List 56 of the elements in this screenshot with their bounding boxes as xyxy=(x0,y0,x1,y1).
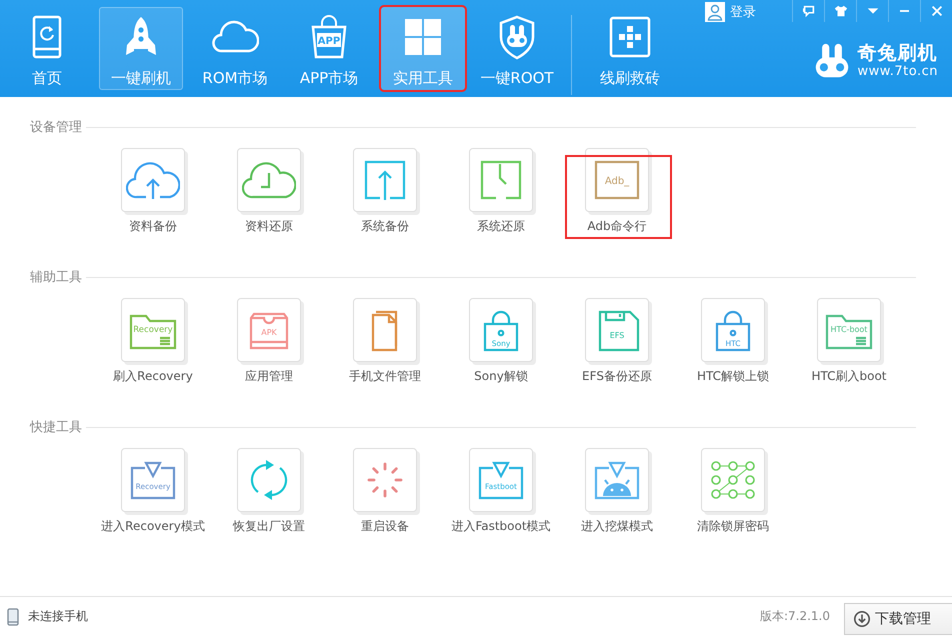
user-icon xyxy=(705,2,725,22)
rabbit-icon xyxy=(814,42,850,78)
tool-button[interactable] xyxy=(353,148,417,212)
section-title: 快捷工具 xyxy=(30,419,82,436)
connection-status: 未连接手机 xyxy=(28,608,88,625)
nav-tab[interactable]: 一键ROOT xyxy=(475,7,559,90)
tool-button[interactable]: Recovery xyxy=(121,298,185,362)
tool-button[interactable] xyxy=(353,298,417,362)
tool-button[interactable] xyxy=(237,148,301,212)
tool-label: 重启设备 xyxy=(361,518,409,535)
tool-label: 系统还原 xyxy=(477,218,525,235)
phone-icon xyxy=(7,608,19,626)
nav-tab[interactable]: 实用工具 xyxy=(381,7,465,90)
tool-label: 清除锁屏密码 xyxy=(697,518,769,535)
tool-button[interactable] xyxy=(353,448,417,512)
tool-button[interactable]: Adb_ xyxy=(585,148,649,212)
t-shirt-icon xyxy=(834,4,848,18)
tool-button[interactable] xyxy=(237,448,301,512)
tool-button[interactable] xyxy=(585,448,649,512)
tool-label: EFS备份还原 xyxy=(582,368,652,385)
tool-label: HTC解锁上锁 xyxy=(696,368,770,385)
tool-label: 手机文件管理 xyxy=(349,368,421,385)
tool-label: 刷入Recovery xyxy=(113,368,193,385)
login-link[interactable]: 登录 xyxy=(705,0,756,22)
nav-tab[interactable]: ROM市场 xyxy=(193,7,277,90)
download-manager-button[interactable]: 下载管理 xyxy=(844,603,952,635)
nav-tab[interactable]: 线刷救砖 xyxy=(588,7,672,90)
download-icon xyxy=(853,610,871,628)
minimize-icon xyxy=(900,10,909,12)
app-name: 奇兔刷机 xyxy=(858,42,938,64)
tool-button[interactable]: EFS xyxy=(585,298,649,362)
tool-label: 恢复出厂设置 xyxy=(233,518,305,535)
tool-label: 进入挖煤模式 xyxy=(581,518,653,535)
close-icon xyxy=(930,4,944,18)
nav-tab[interactable]: 一键刷机 xyxy=(99,7,183,90)
tool-label: 应用管理 xyxy=(245,368,293,385)
tool-label: 进入Recovery模式 xyxy=(101,518,205,535)
tool-label: 系统备份 xyxy=(361,218,409,235)
nav-tab[interactable]: APP APP市场 xyxy=(287,7,371,90)
tool-label: HTC刷入boot xyxy=(811,368,887,385)
speech-bubble-icon xyxy=(802,4,816,18)
tool-button[interactable]: APK xyxy=(237,298,301,362)
tool-label: 进入Fastboot模式 xyxy=(451,518,551,535)
section-title: 辅助工具 xyxy=(30,269,82,286)
website-url: www.7to.cn xyxy=(858,64,938,79)
tool-label: Adb命令行 xyxy=(587,218,647,235)
tool-label: 资料备份 xyxy=(129,218,177,235)
tool-button[interactable] xyxy=(469,148,533,212)
tool-button[interactable] xyxy=(701,448,765,512)
tool-button[interactable]: HTC-boot xyxy=(817,298,881,362)
version-text: 版本:7.2.1.0 xyxy=(760,608,830,625)
tool-label: 资料还原 xyxy=(245,218,293,235)
tool-button[interactable] xyxy=(121,148,185,212)
tool-label: Sony解锁 xyxy=(474,368,528,385)
section-title: 设备管理 xyxy=(30,119,82,136)
nav-tab[interactable]: 首页 xyxy=(5,7,89,90)
